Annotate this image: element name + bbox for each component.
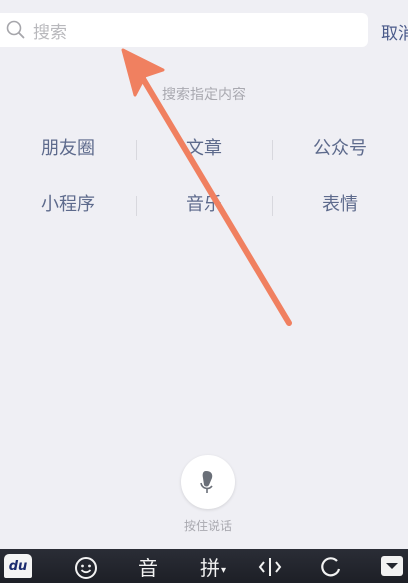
emoji-icon[interactable] [73, 555, 99, 581]
category-row: 朋友圈 文章 公众号 [0, 128, 408, 166]
category-row: 小程序 音乐 表情 [0, 184, 408, 222]
category-stickers[interactable]: 表情 [272, 190, 408, 216]
category-official-accounts[interactable]: 公众号 [272, 134, 408, 160]
voice-input-button[interactable] [181, 455, 235, 509]
keyboard-toolbar: du 音 拼 ▾ [0, 549, 408, 583]
pinyin-label: 拼 [199, 555, 220, 580]
voice-input-label: 按住说话 [183, 519, 232, 533]
search-hint: 搜索指定内容 [162, 87, 246, 103]
baidu-logo-icon[interactable]: du [4, 554, 32, 578]
category-grid: 朋友圈 文章 公众号 小程序 音乐 表情 [0, 128, 408, 240]
cursor-icon[interactable] [257, 555, 283, 579]
voice-key[interactable]: 音 [136, 551, 160, 581]
category-articles[interactable]: 文章 [136, 134, 272, 160]
category-mini-programs[interactable]: 小程序 [0, 190, 136, 216]
category-music[interactable]: 音乐 [136, 190, 272, 216]
microphone-icon [200, 471, 213, 493]
search-input[interactable]: 搜索 [33, 18, 67, 43]
category-moments[interactable]: 朋友圈 [0, 134, 136, 160]
keyboard-hide-icon[interactable] [381, 556, 403, 576]
search-icon [5, 19, 27, 41]
search-bar[interactable]: 搜索 [0, 13, 368, 47]
pinyin-mode-button[interactable]: 拼 ▾ [196, 551, 230, 581]
cancel-button[interactable]: 取消 [381, 19, 408, 44]
baidu-logo-text: du [8, 558, 28, 574]
dropdown-icon: ▾ [220, 564, 227, 576]
refresh-icon[interactable] [318, 555, 344, 579]
